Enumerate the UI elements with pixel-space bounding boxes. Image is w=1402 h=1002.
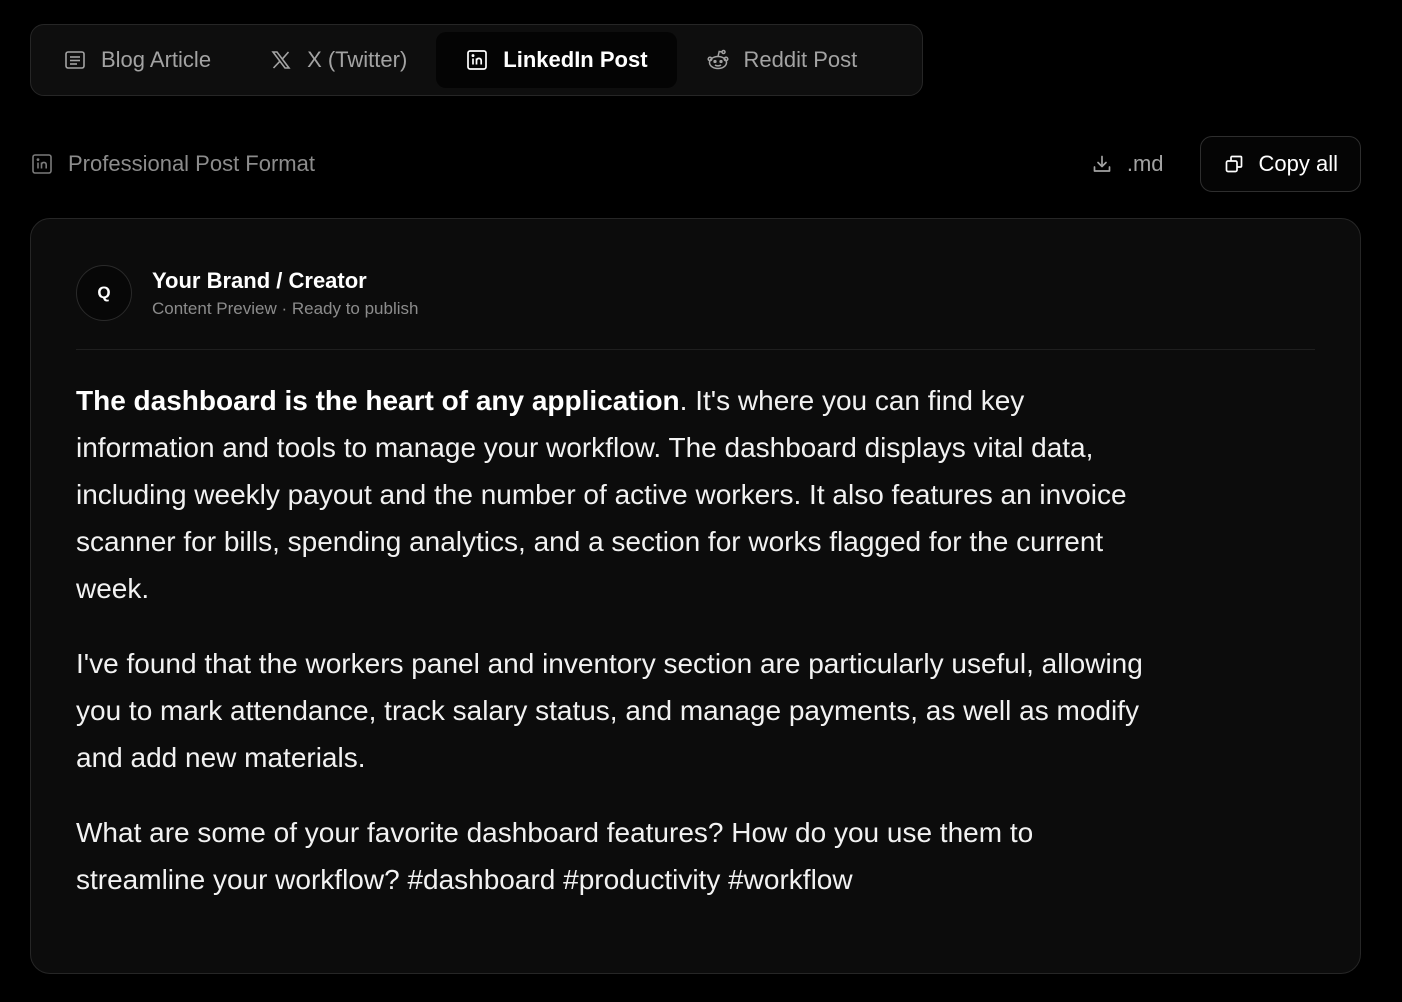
post-body: The dashboard is the heart of any applic… bbox=[76, 377, 1156, 931]
tab-label: LinkedIn Post bbox=[503, 47, 648, 72]
divider bbox=[76, 349, 1315, 350]
format-toolbar: Professional Post Format .md Copy all bbox=[30, 136, 1361, 192]
download-md-label: .md bbox=[1126, 151, 1164, 176]
author-name: Your Brand / Creator bbox=[152, 267, 367, 293]
tab-blog-article[interactable]: Blog Article bbox=[34, 32, 240, 88]
format-label: Professional Post Format bbox=[30, 151, 315, 177]
post-paragraph: I've found that the workers panel and in… bbox=[76, 648, 1143, 773]
format-tabs: Blog Article X (Twitter) LinkedIn Post R… bbox=[30, 24, 923, 96]
tab-linkedin-post[interactable]: LinkedIn Post bbox=[436, 32, 677, 88]
copy-icon bbox=[1223, 153, 1245, 175]
author-info: Your Brand / Creator Content Preview · R… bbox=[152, 268, 418, 319]
reddit-icon bbox=[706, 48, 730, 72]
post-paragraph: What are some of your favorite dashboard… bbox=[76, 817, 1034, 895]
copy-all-label: Copy all bbox=[1258, 151, 1338, 176]
tab-x-twitter[interactable]: X (Twitter) bbox=[240, 32, 436, 88]
linkedin-icon bbox=[30, 152, 54, 176]
document-icon bbox=[63, 48, 87, 72]
tab-label: X (Twitter) bbox=[307, 47, 408, 72]
post-author: Q Your Brand / Creator Content Preview ·… bbox=[76, 265, 418, 321]
copy-all-button[interactable]: Copy all bbox=[1199, 136, 1361, 192]
author-subtitle: Content Preview · Ready to publish bbox=[152, 298, 419, 318]
x-logo-icon bbox=[269, 48, 293, 72]
tab-label: Blog Article bbox=[101, 47, 212, 72]
avatar: Q bbox=[76, 265, 132, 321]
format-title: Professional Post Format bbox=[68, 151, 315, 176]
linkedin-icon bbox=[465, 48, 489, 72]
download-md-button[interactable]: .md bbox=[1091, 151, 1164, 177]
post-paragraph: The dashboard is the heart of any applic… bbox=[76, 377, 1156, 612]
download-icon bbox=[1091, 153, 1113, 175]
tab-label: Reddit Post bbox=[743, 47, 858, 72]
post-lead-bold: The dashboard is the heart of any applic… bbox=[76, 385, 680, 416]
content-preview-screen: Blog Article X (Twitter) LinkedIn Post R… bbox=[0, 0, 1402, 1002]
post-preview-card: Q Your Brand / Creator Content Preview ·… bbox=[30, 218, 1361, 974]
post-lead-rest: . It's where you can find key informatio… bbox=[76, 385, 1127, 604]
tab-reddit-post[interactable]: Reddit Post bbox=[677, 32, 887, 88]
